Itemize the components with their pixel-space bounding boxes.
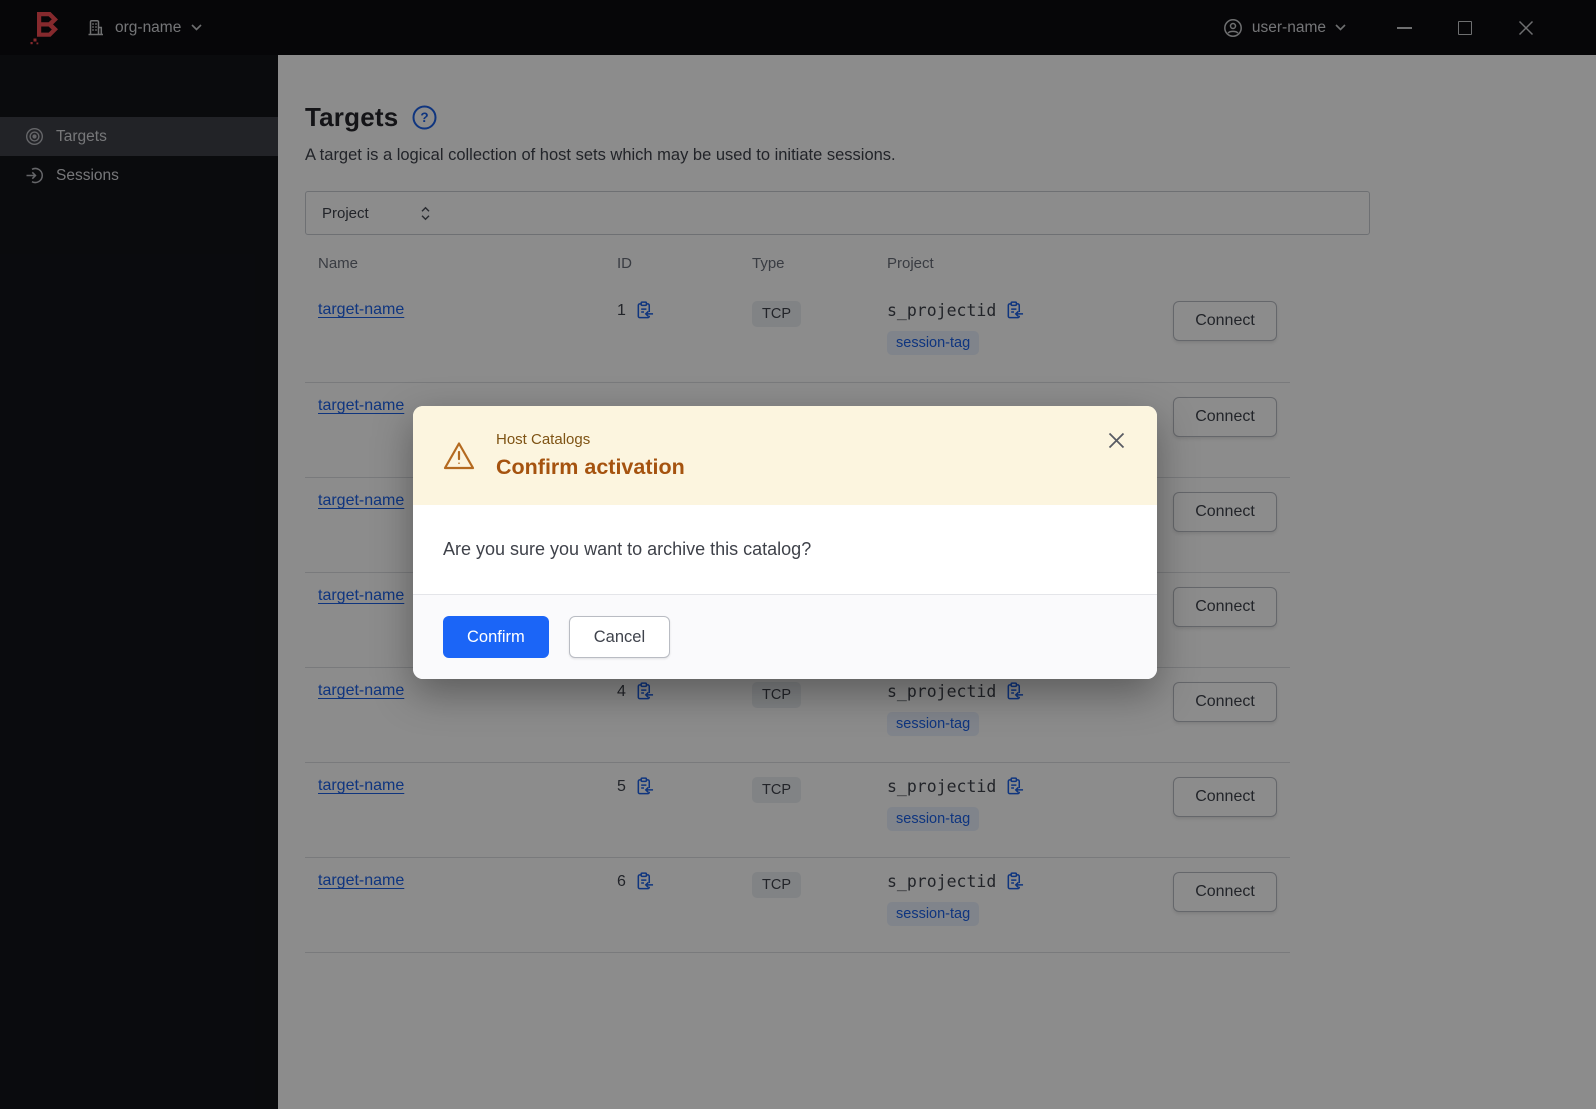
dialog-message: Are you sure you want to archive this ca…	[443, 539, 812, 559]
dialog-header: Host Catalogs Confirm activation	[413, 406, 1157, 505]
cancel-button[interactable]: Cancel	[568, 616, 671, 658]
confirm-button[interactable]: Confirm	[443, 616, 549, 658]
close-icon	[1108, 432, 1125, 449]
confirm-dialog: Host Catalogs Confirm activation Are you…	[413, 406, 1157, 679]
dialog-close-button[interactable]	[1108, 432, 1125, 449]
dialog-tagline: Host Catalogs	[496, 431, 591, 448]
dialog-title: Confirm activation	[496, 455, 685, 479]
warning-icon	[443, 441, 475, 471]
dialog-footer: Confirm Cancel	[413, 594, 1157, 679]
